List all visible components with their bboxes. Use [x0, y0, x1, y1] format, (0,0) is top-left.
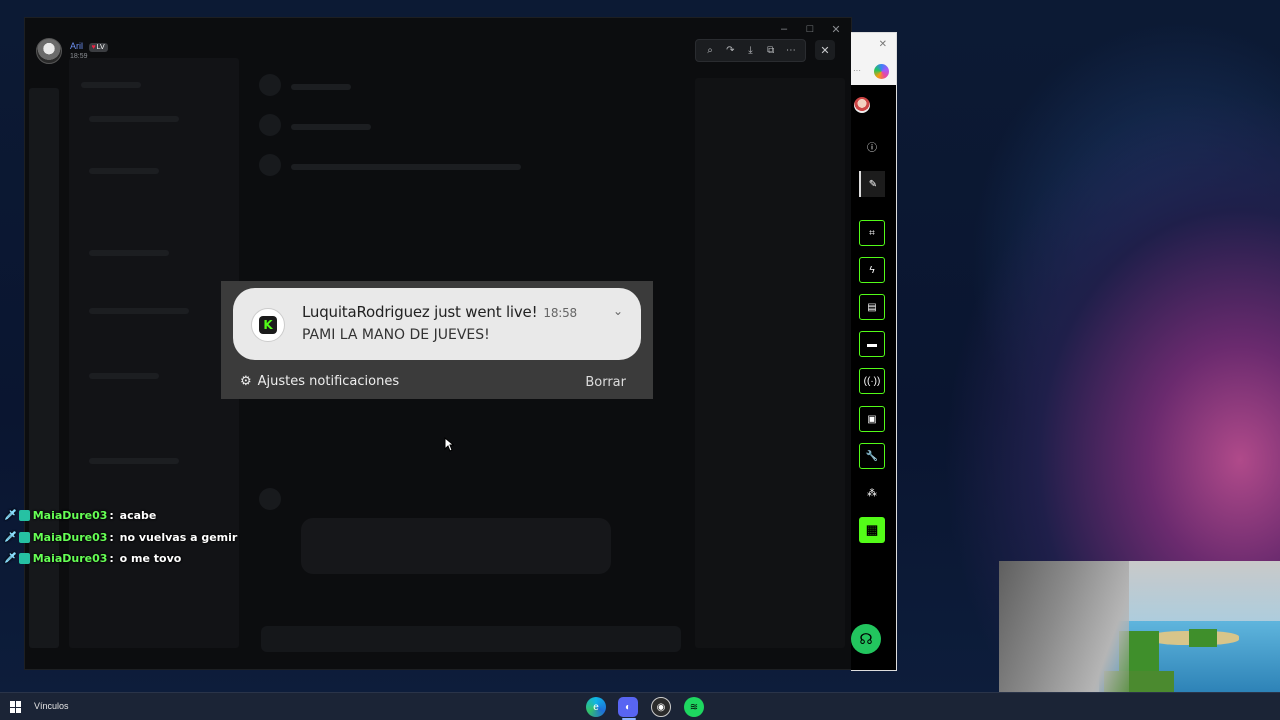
start-tile — [10, 701, 15, 707]
edge-icon[interactable]: e — [586, 697, 606, 717]
chat-username: MaiaDure03 — [32, 552, 108, 566]
embedded-notification-ghost — [301, 518, 611, 574]
author-line: Aril ♥LV — [70, 41, 108, 52]
level-badge-text: LV — [96, 44, 105, 51]
message-input — [261, 626, 681, 652]
avatar[interactable] — [36, 38, 62, 64]
notification-body: PAMI LA MANO DE JUEVES! — [302, 327, 490, 343]
notification-title-text: LuquitaRodriguez just went live! — [302, 303, 538, 321]
links-toolbar-label[interactable]: Vínculos — [34, 701, 69, 711]
more-icon[interactable]: ⋯ — [783, 45, 799, 56]
screenshot-icon[interactable]: ⌗ — [859, 220, 885, 246]
panel-menu-button[interactable]: ··· — [853, 66, 861, 75]
author-name[interactable]: Aril — [70, 41, 83, 51]
bolt-icon[interactable]: ϟ — [859, 257, 885, 283]
viewer-toolbar: ⌕ ↷ ⤓ ⧉ ⋯ — [695, 39, 806, 62]
chat-text: o me tovo — [119, 552, 182, 566]
level-badge: ♥LV — [88, 43, 108, 52]
gear-icon: ⚙ — [240, 374, 252, 389]
sidebar-line — [89, 168, 159, 174]
message-line — [291, 84, 351, 90]
sword-icon: 🗡 — [4, 531, 17, 543]
sword-icon: 🗡 — [4, 510, 17, 522]
start-tile — [16, 701, 21, 707]
pencil-icon[interactable]: ✎ — [859, 171, 885, 197]
message-avatar — [259, 488, 281, 510]
chat-icon[interactable]: ▬ — [859, 331, 885, 357]
taskbar: Vínculos e ◐ ◉ ≋ — [0, 692, 1280, 720]
notification-time: 18:58 — [543, 306, 577, 320]
chat-text: acabe — [119, 509, 157, 523]
notification-image: K LuquitaRodriguez just went live! 18:58 … — [221, 281, 653, 399]
copilot-icon[interactable] — [874, 64, 889, 79]
sidebar-line — [81, 82, 141, 88]
chat-colon: : — [109, 530, 118, 544]
stream-tools-panel: ✕ ··· ⓘ ✎ ⌗ ϟ ▤ ▬ ((·)) ▣ 🔧 ⁂ ▦ ☊ — [851, 32, 897, 671]
chat-colon: : — [109, 552, 118, 566]
layout-icon[interactable]: ▣ — [859, 406, 885, 432]
maximize-button[interactable]: □ — [799, 20, 821, 38]
message-line — [291, 124, 371, 130]
zoom-icon[interactable]: ⌕ — [702, 45, 718, 56]
panel-close-button[interactable]: ✕ — [879, 39, 887, 50]
minimize-button[interactable]: – — [773, 20, 795, 38]
spotify-icon[interactable]: ≋ — [684, 697, 704, 717]
post-time: 18:59 — [70, 53, 88, 60]
start-tile — [10, 707, 15, 713]
chat-colon: : — [109, 509, 118, 523]
notification-card[interactable]: K LuquitaRodriguez just went live! 18:58 … — [233, 288, 641, 360]
windows-start-icon[interactable] — [10, 701, 22, 713]
obs-icon[interactable]: ◉ — [651, 697, 671, 717]
panel-titlebar: ✕ ··· — [851, 33, 896, 85]
redo-icon[interactable]: ↷ — [722, 45, 738, 56]
chat-message: 🗡 MaiaDure03: acabe — [4, 505, 237, 527]
discord-icon[interactable]: ◐ — [618, 697, 638, 717]
share-icon[interactable]: ⁂ — [859, 480, 885, 506]
chat-text: no vuelvas a gemir — [119, 530, 238, 544]
mouse-cursor-icon — [444, 437, 454, 452]
chat-message: 🗡 MaiaDure03: o me tovo — [4, 548, 237, 570]
message-avatar — [259, 74, 281, 96]
message-avatar — [259, 114, 281, 136]
window-controls: – □ ✕ — [773, 20, 847, 38]
chat-username: MaiaDure03 — [32, 530, 108, 544]
chat-message: 🗡 MaiaDure03: no vuelvas a gemir — [4, 527, 237, 549]
download-icon[interactable]: ⤓ — [742, 45, 758, 56]
message-line — [291, 164, 521, 170]
clapper-icon[interactable]: ▦ — [859, 517, 885, 543]
start-tile — [16, 707, 21, 713]
open-external-icon[interactable]: ⧉ — [763, 45, 779, 56]
wrench-icon[interactable]: 🔧 — [859, 443, 885, 469]
subscriber-badge-icon — [18, 531, 30, 543]
broadcast-icon[interactable]: ((·)) — [859, 368, 885, 394]
sidebar-line — [89, 308, 189, 314]
sword-icon: 🗡 — [4, 553, 17, 565]
game-tree — [1189, 629, 1217, 647]
kick-logo-letter: K — [259, 316, 277, 334]
clear-button[interactable]: Borrar — [585, 375, 626, 390]
sidebar-line — [89, 458, 179, 464]
kick-logo-icon: K — [251, 308, 285, 342]
sidebar-line — [89, 373, 159, 379]
notification-settings-button[interactable]: ⚙ Ajustes notificaciones — [240, 374, 399, 389]
chevron-down-icon[interactable]: ⌄ — [613, 304, 623, 318]
window-close-button[interactable]: ✕ — [825, 20, 847, 38]
sidebar-line — [89, 116, 179, 122]
subscriber-badge-icon — [18, 553, 30, 565]
message-avatar — [259, 154, 281, 176]
viewer-author: Aril ♥LV 18:59 — [36, 38, 108, 64]
member-list — [695, 78, 845, 648]
subscriber-badge-icon — [18, 510, 30, 522]
notes-icon[interactable]: ▤ — [859, 294, 885, 320]
chat-username: MaiaDure03 — [32, 509, 108, 523]
avatar[interactable] — [854, 97, 870, 113]
notification-settings-label: Ajustes notificaciones — [257, 374, 400, 389]
stream-chat-overlay: 🗡 MaiaDure03: acabe 🗡 MaiaDure03: no vue… — [4, 505, 237, 570]
headset-icon[interactable]: ☊ — [851, 624, 881, 654]
notification-title: LuquitaRodriguez just went live! 18:58 — [302, 303, 577, 321]
sidebar-line — [89, 250, 169, 256]
viewer-close-button[interactable]: ✕ — [815, 40, 835, 60]
info-icon[interactable]: ⓘ — [859, 133, 885, 159]
heart-icon: ♥ — [91, 44, 96, 51]
